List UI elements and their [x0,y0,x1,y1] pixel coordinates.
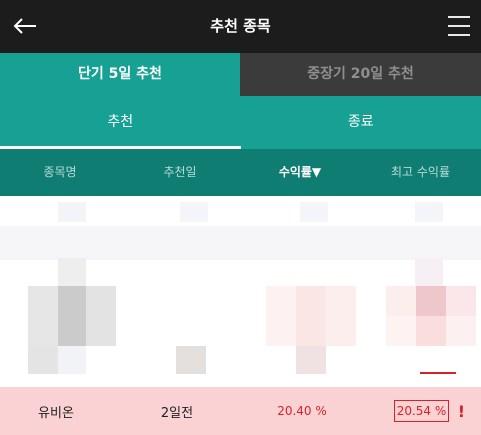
hamburger-menu-icon [448,16,470,18]
stock-name: 유비온 [38,405,74,421]
status-tabs: 추천 종료 [0,96,481,149]
menu-button[interactable] [445,13,473,39]
tab-recommended[interactable]: 추천 [0,96,241,149]
term-tabs: 단기 5일 추천 중장기 20일 추천 [0,53,481,96]
recommend-date: 2일전 [160,405,194,421]
page-title: 추천 종목 [210,17,271,35]
column-stock-name[interactable]: 종목명 [0,149,120,196]
blurred-stock-list [0,196,481,386]
max-return-rate: 20.54 % [393,400,450,422]
alert-icon: ! [457,402,465,421]
back-button[interactable] [10,11,40,41]
app-header: 추천 종목 [0,0,481,53]
tab-ended[interactable]: 종료 [241,96,481,149]
max-return-cell: 20.54 % ! [362,400,481,422]
column-recommend-date[interactable]: 추천일 [120,149,240,196]
return-rate: 20.40 % [277,404,327,418]
table-row[interactable]: 유비온 2일전 20.40 % 20.54 % ! [0,387,481,435]
tab-mid-long-term[interactable]: 중장기 20일 추천 [240,53,481,96]
column-return-sort[interactable]: 수익률▼ [240,149,360,196]
tab-short-term[interactable]: 단기 5일 추천 [0,53,240,96]
column-header: 종목명 추천일 수익률▼ 최고 수익률 [0,149,481,196]
arrow-left-icon [13,18,36,34]
column-max-return[interactable]: 최고 수익률 [360,149,481,196]
